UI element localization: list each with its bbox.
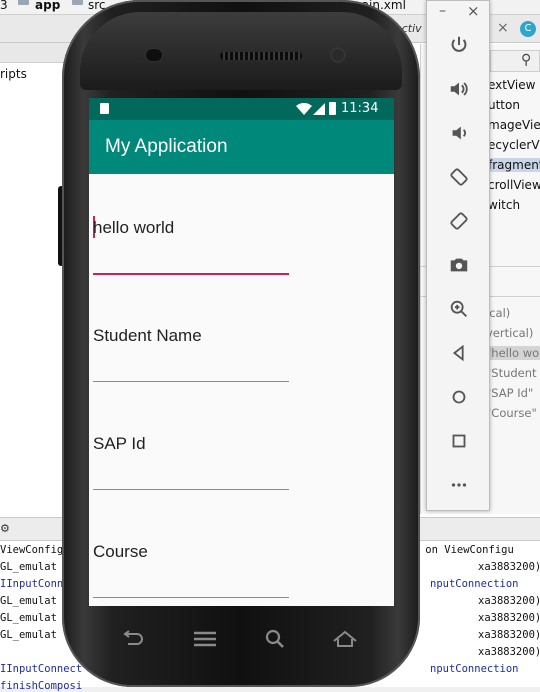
wifi-icon [296,103,312,115]
console-line: GL_emulat [0,595,57,607]
console-line: GL_emulat [0,629,57,641]
phone-top-bezel [80,12,402,90]
search-hardware-icon[interactable] [260,628,290,650]
console-line: xa3883200) [478,595,540,607]
home-icon[interactable] [445,383,473,411]
edit-text-value[interactable]: Student Name [93,326,202,346]
status-bar: 11:34 [89,98,394,120]
sensor-icon [146,49,162,61]
console-line: GL_emulat [0,561,57,573]
console-line: IInputConnect [0,663,83,675]
edit-text-hello[interactable]: hello world [93,204,289,276]
back-icon[interactable] [445,339,473,367]
palette-item-fragment[interactable]: fragment> [488,158,540,172]
breadcrumb-item-app[interactable]: app [35,0,60,12]
overview-icon[interactable] [445,427,473,455]
palette-item-button[interactable]: utton [488,98,520,112]
front-camera-icon [332,49,344,61]
tab-close-icon[interactable]: × [497,20,509,36]
console-line: xa3883200) [478,612,540,624]
app-title: My Application [105,136,228,157]
phone-nav-buttons [92,610,390,670]
console-line: ViewConfig [0,544,64,556]
volume-down-icon[interactable] [445,119,473,147]
minimize-button[interactable]: – [439,3,446,19]
home-hardware-icon[interactable] [330,628,360,650]
palette-item-scrollview[interactable]: crollView [488,178,540,192]
rotate-right-icon[interactable] [445,207,473,235]
palette-search[interactable]: ⚲ [490,50,540,72]
app-bar: My Application [89,120,394,174]
close-button[interactable]: × [467,2,480,20]
sd-card-icon [100,103,109,114]
component-tree-item[interactable]: vertical) [486,326,533,340]
edit-text-underline [93,489,289,490]
console-line: xa3883200) [478,629,540,641]
project-panel-header [0,43,70,63]
edit-text-underline [93,381,289,382]
edit-text-sap-id[interactable]: SAP Id [93,420,289,492]
breadcrumb-item-project[interactable]: 3 [0,0,8,12]
rotate-left-icon[interactable] [445,163,473,191]
emulator-toolbar: – × [426,0,490,511]
console-line: xa3883200) [478,561,540,573]
console-line: nputConnection [430,663,519,675]
class-icon: C [520,21,536,37]
palette-item-switch[interactable]: witch [488,198,520,212]
palette-item-textview[interactable]: extView [488,78,535,92]
edit-text-value[interactable]: SAP Id [93,434,146,454]
menu-hardware-icon[interactable] [190,628,220,650]
component-tree-item[interactable]: "SAP Id" [486,386,533,400]
volume-up-icon[interactable] [445,75,473,103]
edit-text-course[interactable]: Course [93,528,289,600]
back-hardware-icon[interactable] [118,628,148,650]
palette-item-recyclerview[interactable]: ecyclerView [488,138,540,152]
console-line: finishComposi [0,680,83,692]
component-tree-item[interactable]: "hello wo [486,346,540,360]
more-icon[interactable] [445,471,473,499]
speaker-grille [220,52,302,60]
device-screen: 11:34 My Application hello world Student… [89,98,394,606]
console-line: IInputConn [0,578,64,590]
edit-text-value[interactable]: Course [93,542,148,562]
camera-icon[interactable] [445,251,473,279]
edit-text-underline [93,273,289,275]
folder-icon [18,0,29,5]
component-tree-item[interactable]: "Course" [486,406,537,420]
console-gear-icon[interactable]: ⚙ [0,522,10,535]
zoom-icon[interactable] [445,295,473,323]
signal-icon [313,103,325,115]
console-line: xa3883200) [478,646,540,658]
console-line: GL_emulat [0,612,57,624]
status-time: 11:34 [341,101,379,116]
component-tree-item[interactable]: "Student [486,366,537,380]
battery-icon [329,102,336,115]
edit-text-underline [93,597,289,598]
search-icon[interactable]: ⚲ [521,52,531,68]
power-icon[interactable] [445,31,473,59]
edit-text-student-name[interactable]: Student Name [93,312,289,384]
edit-text-value[interactable]: hello world [93,218,174,238]
palette-item-imageview[interactable]: mageView [488,118,540,132]
console-line: nputConnection [430,578,519,590]
folder-icon [72,0,83,5]
project-tree-item[interactable]: ripts [0,67,27,81]
